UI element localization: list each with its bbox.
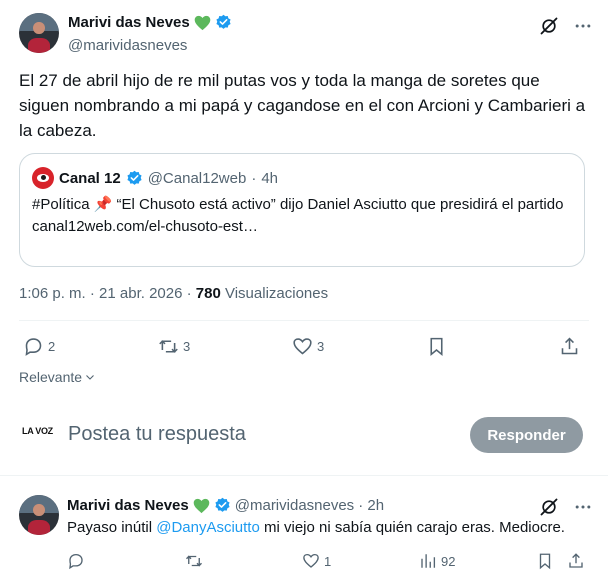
reply-repost-button[interactable] bbox=[185, 552, 207, 570]
views-chart-icon bbox=[421, 554, 436, 568]
reply-views-count: 92 bbox=[441, 553, 456, 569]
verified-badge-icon bbox=[215, 497, 230, 512]
composer-avatar: LA VOZ bbox=[22, 426, 54, 442]
post-text: El 27 de abril hijo de re mil putas vos … bbox=[19, 71, 586, 140]
reply-author-handle[interactable]: @marividasneves bbox=[235, 497, 354, 514]
reply-button[interactable]: 2 bbox=[23, 336, 55, 357]
quote-author-name: Canal 12 bbox=[59, 169, 121, 187]
share-button[interactable] bbox=[559, 336, 580, 357]
composer-avatar-text: LA VOZ bbox=[22, 426, 53, 436]
reply-input[interactable]: Postea tu respuesta bbox=[68, 423, 246, 446]
post-meta: 1:06 p. m. · 21 abr. 2026 · 780 Visualiz… bbox=[19, 285, 328, 302]
bookmark-icon bbox=[430, 337, 443, 357]
reply-bookmark-button[interactable] bbox=[536, 552, 554, 570]
bookmark-icon bbox=[539, 553, 551, 570]
quote-author-handle: @Canal12web bbox=[147, 169, 247, 187]
repost-button[interactable]: 3 bbox=[158, 336, 190, 357]
reply-author-avatar[interactable] bbox=[19, 495, 59, 535]
share-icon bbox=[569, 553, 583, 568]
reply-top-icons bbox=[539, 497, 593, 517]
quoted-post[interactable]: Canal 12 @Canal12web · 4h #Política 📌 “E… bbox=[19, 153, 585, 267]
bookmark-button[interactable] bbox=[426, 336, 447, 357]
more-options-icon[interactable] bbox=[573, 16, 593, 36]
views-label: Visualizaciones bbox=[220, 285, 329, 302]
grok-icon[interactable] bbox=[539, 16, 559, 36]
canal12-logo-icon bbox=[32, 167, 54, 189]
reply-views-button[interactable]: 92 bbox=[419, 552, 455, 570]
more-options-icon[interactable] bbox=[573, 497, 593, 517]
author-name-row: Marivi das Neves bbox=[68, 14, 232, 31]
reply-text-start: Payaso inútil bbox=[67, 519, 157, 536]
reply-time[interactable]: · 2h bbox=[358, 497, 384, 514]
main-post: Marivi das Neves @marividasneves El 27 d… bbox=[0, 0, 608, 476]
green-heart-icon bbox=[194, 15, 211, 30]
post-timestamp[interactable]: 1:06 p. m. · 21 abr. 2026 · bbox=[19, 285, 196, 302]
reply-count: 2 bbox=[48, 339, 56, 354]
verified-badge-icon bbox=[127, 170, 142, 185]
repost-count: 3 bbox=[183, 339, 191, 354]
quote-link[interactable]: canal12web.com/el-chusoto-est… bbox=[32, 216, 572, 238]
reply-share-button[interactable] bbox=[567, 552, 585, 570]
reply-text-end: mi viejo ni sabía quién carajo eras. Med… bbox=[259, 519, 565, 536]
reply-icon bbox=[69, 553, 83, 570]
chevron-down-icon bbox=[86, 375, 94, 380]
share-icon bbox=[561, 337, 578, 355]
reply-text: Payaso inútil @DanyAsciutto mi viejo ni … bbox=[67, 519, 565, 536]
repost-icon bbox=[159, 340, 178, 353]
reply-like-button[interactable]: 1 bbox=[302, 552, 331, 570]
grok-icon[interactable] bbox=[539, 497, 559, 517]
reply-actions: 1 92 bbox=[67, 552, 587, 572]
author-handle[interactable]: @marividasneves bbox=[68, 37, 187, 54]
like-heart-icon bbox=[303, 553, 319, 568]
sort-label: Relevante bbox=[19, 369, 83, 385]
reply-reply-button[interactable] bbox=[67, 552, 89, 570]
quote-text: #Política 📌 “El Chusoto está activo” dij… bbox=[32, 196, 564, 213]
like-count: 3 bbox=[317, 339, 325, 354]
views-count: 780 bbox=[195, 285, 221, 302]
like-heart-icon bbox=[293, 338, 312, 355]
reply-like-count: 1 bbox=[324, 553, 332, 569]
post-top-icons bbox=[539, 16, 593, 36]
green-heart-icon bbox=[193, 498, 210, 513]
repost-icon bbox=[186, 555, 202, 567]
author-name[interactable]: Marivi das Neves bbox=[68, 14, 190, 31]
divider bbox=[19, 320, 589, 321]
quote-time: 4h bbox=[261, 169, 279, 187]
like-button[interactable]: 3 bbox=[292, 336, 324, 357]
author-avatar[interactable] bbox=[19, 13, 59, 53]
post-actions: 2 3 3 bbox=[19, 333, 591, 361]
reply-author-name[interactable]: Marivi das Neves bbox=[67, 497, 189, 514]
reply-author-row: Marivi das Neves @marividasneves · 2h bbox=[67, 497, 384, 514]
sort-dropdown[interactable]: Relevante bbox=[19, 369, 96, 385]
reply-mention-link[interactable]: @DanyAsciutto bbox=[156, 519, 260, 536]
reply-submit-button[interactable]: Responder bbox=[470, 417, 583, 453]
verified-badge-icon bbox=[216, 14, 231, 29]
reply-icon bbox=[25, 338, 42, 356]
